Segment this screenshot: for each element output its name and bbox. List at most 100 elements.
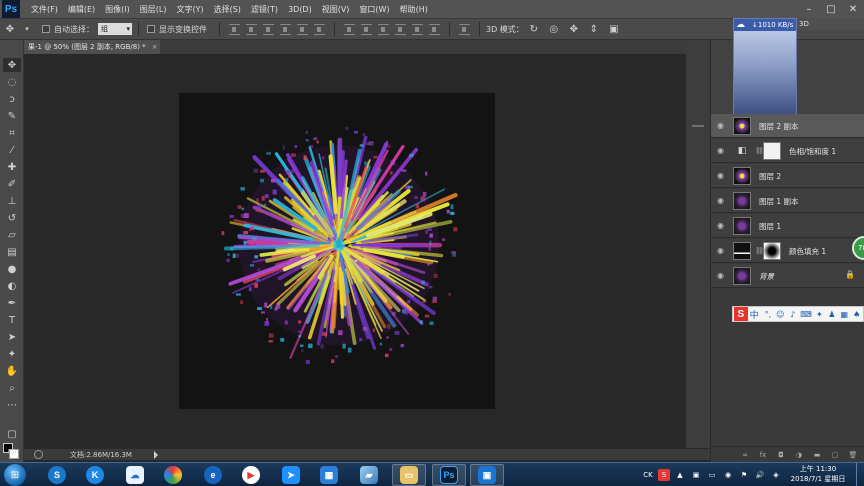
distribute-top-icon[interactable] — [344, 23, 355, 35]
align-right-icon[interactable] — [314, 23, 325, 35]
menu-layer[interactable]: 图层(L) — [135, 4, 172, 15]
lasso-tool-icon[interactable]: ↄ — [3, 92, 21, 106]
tray-flag-icon[interactable]: ⚑ — [738, 469, 750, 481]
layer-row[interactable]: ◉ 图层 1 — [711, 214, 864, 238]
taskbar-app-media-player[interactable]: ▶ — [234, 464, 268, 486]
menu-file[interactable]: 文件(F) — [26, 4, 63, 15]
type-tool-icon[interactable]: T — [3, 313, 21, 327]
distribute-right-icon[interactable] — [429, 23, 440, 35]
3d-scale-icon[interactable]: ▣ — [607, 22, 621, 36]
layer-mask-thumbnail[interactable] — [763, 242, 781, 260]
taskbar-app-kuwo[interactable]: K — [78, 464, 112, 486]
show-desktop-button[interactable] — [856, 463, 864, 486]
menu-edit[interactable]: 编辑(E) — [63, 4, 100, 15]
distribute-left-icon[interactable] — [395, 23, 406, 35]
close-button[interactable]: ✕ — [842, 0, 864, 18]
auto-select-checkbox[interactable] — [42, 25, 50, 33]
tray-app-icon[interactable]: ▣ — [690, 469, 702, 481]
start-button[interactable]: ⊞ — [4, 464, 26, 486]
auto-align-icon[interactable] — [459, 23, 470, 35]
align-vcenter-icon[interactable] — [246, 23, 257, 35]
input-method-bar[interactable]: S 中 °, ☺ ♪ ⌨ ✦ ♟ ▦ ♠ — [732, 306, 864, 322]
taskbar-app-360-browser[interactable] — [156, 464, 190, 486]
input-mode[interactable]: 中 — [750, 308, 759, 321]
volume-icon[interactable]: 🔊 — [754, 469, 766, 481]
new-layer-icon[interactable]: ▢ — [829, 450, 841, 460]
punctuation-icon[interactable]: °, — [764, 309, 772, 319]
align-top-icon[interactable] — [229, 23, 240, 35]
3d-pan-icon[interactable]: ✥ — [567, 22, 581, 36]
show-transform-checkbox[interactable] — [147, 25, 155, 33]
taskbar-app-recorder[interactable]: ▣ — [470, 464, 504, 486]
marquee-tool-icon[interactable]: ◌ — [3, 75, 21, 89]
pen-tool-icon[interactable]: ✒ — [3, 296, 21, 310]
zoom-tool-icon[interactable]: ⌕ — [3, 381, 21, 395]
layer-row[interactable]: ◉ ⛓ 颜色填充 1 — [711, 239, 864, 263]
shirt-icon[interactable]: ♠ — [853, 309, 861, 319]
tools-icon[interactable]: ▦ — [840, 309, 848, 319]
tray-camera-icon[interactable]: ◉ — [722, 469, 734, 481]
new-group-icon[interactable]: ▬ — [811, 450, 823, 460]
sogou-tray-icon[interactable]: S — [658, 469, 670, 481]
visibility-eye-icon[interactable]: ◉ — [717, 146, 726, 155]
eyedropper-tool-icon[interactable]: ⁄ — [3, 143, 21, 157]
taskbar-app-ie[interactable]: e — [196, 464, 230, 486]
layer-mask-thumbnail[interactable] — [763, 142, 781, 160]
maximize-button[interactable]: □ — [820, 0, 842, 18]
gradient-tool-icon[interactable]: ▤ — [3, 245, 21, 259]
minimize-button[interactable]: – — [798, 0, 820, 18]
clone-stamp-tool-icon[interactable]: ⊥ — [3, 194, 21, 208]
taskbar-app-film[interactable]: ▦ — [312, 464, 346, 486]
sogou-logo-icon[interactable]: S — [734, 307, 748, 321]
taskbar-app-tool[interactable]: ▰ — [352, 464, 386, 486]
visibility-eye-icon[interactable]: ◉ — [717, 271, 726, 280]
visibility-eye-icon[interactable]: ◉ — [717, 246, 726, 255]
document-tab[interactable]: 果-1 @ 50% (图层 2 副本, RGB/8) * × — [24, 40, 160, 54]
layer-row[interactable]: ◉ ◧ ⛓ 色相/饱和度 1 — [711, 139, 864, 163]
crop-tool-icon[interactable]: ⌗ — [3, 126, 21, 140]
taskbar-app-sogou[interactable]: S — [40, 464, 74, 486]
taskbar-app-explorer[interactable]: ▭ — [392, 464, 426, 486]
menu-select[interactable]: 选择(S) — [209, 4, 246, 15]
user-icon[interactable]: ♟ — [828, 309, 836, 319]
3d-slide-icon[interactable]: ⇕ — [587, 22, 601, 36]
align-left-icon[interactable] — [280, 23, 291, 35]
delete-layer-icon[interactable]: 🗑 — [847, 450, 859, 460]
blur-tool-icon[interactable]: ● — [3, 262, 21, 276]
more-tools-icon[interactable]: ⋯ — [3, 398, 21, 412]
emoji-icon[interactable]: ☺ — [776, 309, 784, 319]
dodge-tool-icon[interactable]: ◐ — [3, 279, 21, 293]
menu-type[interactable]: 文字(Y) — [171, 4, 208, 15]
vertical-scrollbar[interactable] — [686, 40, 710, 448]
taskbar-app-thunder[interactable]: ➤ — [274, 464, 308, 486]
menu-window[interactable]: 窗口(W) — [354, 4, 394, 15]
visibility-eye-icon[interactable]: ◉ — [717, 171, 726, 180]
layer-row[interactable]: ◉ 图层 1 副本 — [711, 189, 864, 213]
voice-icon[interactable]: ♪ — [789, 309, 797, 319]
distribute-hcenter-icon[interactable] — [412, 23, 423, 35]
canvas-workspace[interactable] — [24, 54, 686, 448]
quick-mask-icon[interactable]: ▢ — [3, 427, 21, 441]
screen-mode-icon[interactable]: ▭ — [3, 444, 21, 458]
tray-ck-label[interactable]: CK — [642, 469, 654, 481]
layer-row[interactable]: ◉ 背景 🔒 — [711, 264, 864, 288]
adjustment-layer-icon[interactable]: ◑ — [793, 450, 805, 460]
zoom-level-icon[interactable] — [34, 450, 43, 459]
document-canvas[interactable] — [179, 93, 495, 409]
eraser-tool-icon[interactable]: ▱ — [3, 228, 21, 242]
skin-icon[interactable]: ✦ — [815, 309, 823, 319]
keyboard-icon[interactable]: ⌨ — [800, 309, 812, 319]
align-hcenter-icon[interactable] — [297, 23, 308, 35]
distribute-bottom-icon[interactable] — [378, 23, 389, 35]
path-select-tool-icon[interactable]: ➤ — [3, 330, 21, 344]
tray-arrow-icon[interactable]: ▲ — [674, 469, 686, 481]
hand-tool-icon[interactable]: ✋ — [3, 364, 21, 378]
status-menu-arrow-icon[interactable] — [154, 451, 158, 459]
move-tool-preset-icon[interactable]: ✥ — [3, 22, 17, 36]
visibility-eye-icon[interactable]: ◉ — [717, 121, 726, 130]
quick-select-tool-icon[interactable]: ✎ — [3, 109, 21, 123]
menu-filter[interactable]: 滤镜(T) — [246, 4, 283, 15]
visibility-eye-icon[interactable]: ◉ — [717, 196, 726, 205]
brush-tool-icon[interactable]: ✐ — [3, 177, 21, 191]
clock[interactable]: 上午 11:30 2018/7/1 星期日 — [783, 464, 853, 484]
